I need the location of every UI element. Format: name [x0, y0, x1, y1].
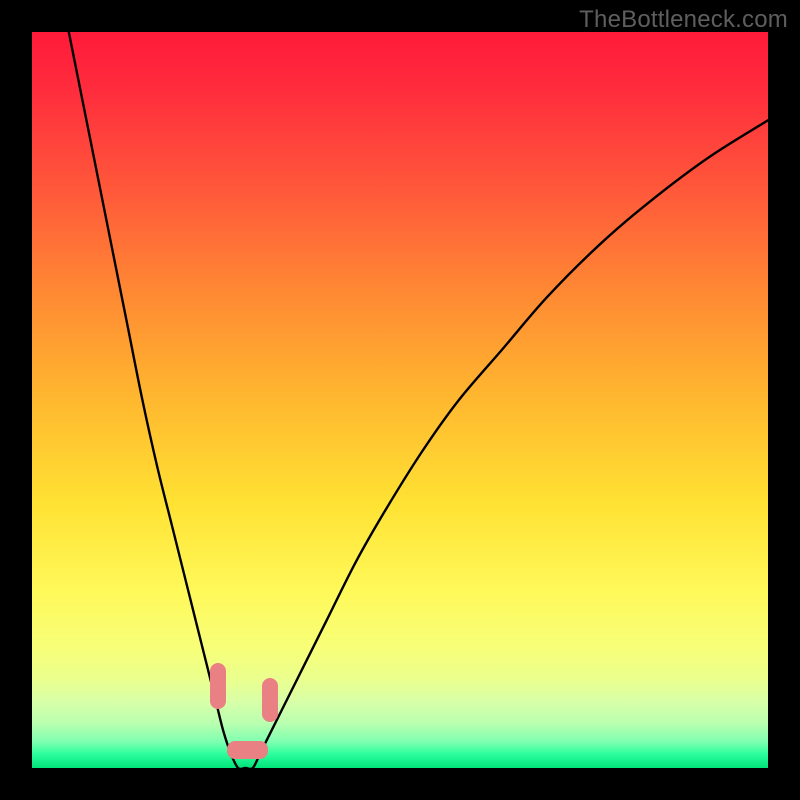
plot-area: [32, 32, 768, 768]
blob-bottom: [227, 741, 267, 759]
attribution-label: TheBottleneck.com: [579, 6, 788, 34]
chart-stage: TheBottleneck.com: [0, 0, 800, 800]
blob-left: [210, 663, 226, 709]
bottleneck-curve: [32, 32, 768, 768]
blob-right: [262, 678, 278, 722]
